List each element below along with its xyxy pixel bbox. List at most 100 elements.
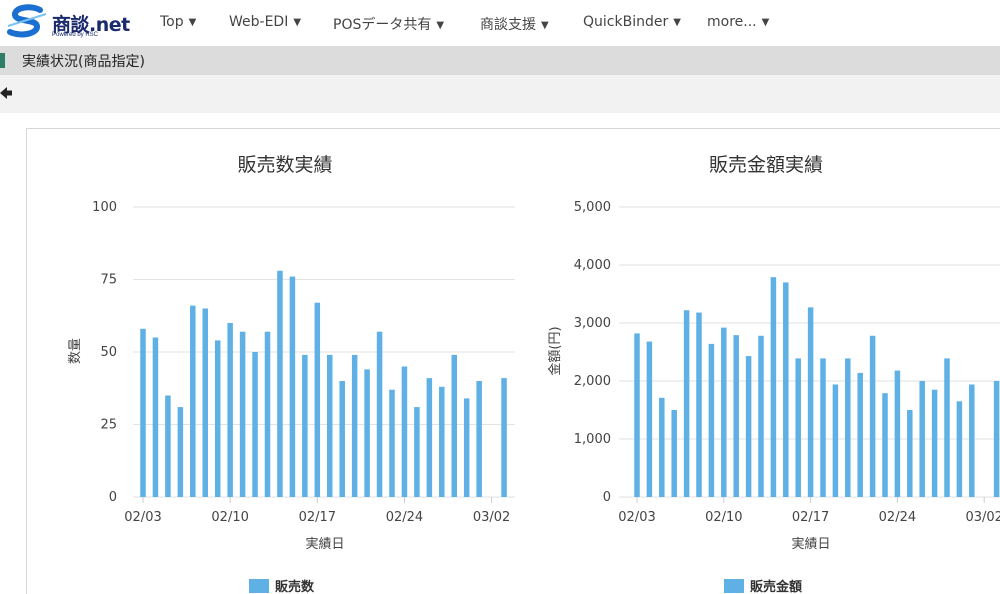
toolbar [0, 75, 1000, 113]
bar[interactable] [857, 372, 863, 497]
nav-pos-data[interactable]: POSデータ共有 ▼ [333, 14, 444, 34]
x-axis-title: 実績日 [791, 536, 830, 552]
bar[interactable] [339, 381, 345, 497]
nav-web-edi-label: Web-EDI [229, 14, 289, 30]
x-tick-label: 02/17 [792, 510, 829, 525]
bar[interactable] [993, 381, 1000, 497]
bar[interactable] [389, 389, 395, 497]
bar[interactable] [919, 381, 925, 497]
bar[interactable] [770, 277, 777, 497]
y-axis-title: 数量 [68, 338, 83, 364]
x-tick-label: 02/03 [618, 510, 655, 525]
bar[interactable] [758, 335, 764, 497]
bar[interactable] [140, 328, 146, 497]
bar[interactable] [152, 337, 159, 498]
bar[interactable] [439, 386, 445, 497]
nav-top[interactable]: Top ▼ [160, 14, 196, 30]
bar[interactable] [302, 354, 308, 497]
y-tick-label: 4,000 [574, 258, 611, 273]
top-navigation: 商談.net Powered by RSC Top ▼ Web-EDI ▼ POSデ… [0, 0, 1000, 46]
y-tick-label: 2,000 [574, 374, 611, 389]
bar[interactable] [931, 389, 938, 497]
x-tick-label: 02/24 [879, 510, 916, 525]
bar[interactable] [376, 331, 383, 497]
bar[interactable] [646, 341, 653, 497]
back-arrow-icon[interactable] [0, 86, 12, 100]
bar[interactable] [414, 407, 420, 497]
bar[interactable] [721, 327, 727, 497]
bar[interactable] [634, 333, 640, 497]
bar[interactable] [190, 305, 196, 497]
legend-label[interactable]: 販売数 [275, 579, 315, 594]
legend-label[interactable]: 販売金額 [750, 579, 802, 594]
nav-more-label: more... [707, 14, 757, 30]
bar[interactable] [401, 366, 408, 498]
nav-quickbinder[interactable]: QuickBinder ▼ [583, 14, 681, 30]
bar[interactable] [327, 354, 333, 497]
x-tick-label: 02/17 [299, 510, 336, 525]
caret-down-icon: ▼ [541, 20, 549, 31]
caret-down-icon: ▼ [673, 17, 681, 28]
bar[interactable] [289, 276, 296, 497]
bar[interactable] [708, 343, 715, 497]
y-tick-label: 3,000 [574, 316, 611, 331]
bar[interactable] [683, 310, 690, 497]
bar[interactable] [907, 410, 913, 497]
bar[interactable] [351, 354, 358, 497]
bar[interactable] [745, 356, 752, 497]
bar[interactable] [476, 381, 482, 497]
bar[interactable] [969, 384, 975, 497]
bar[interactable] [165, 395, 171, 498]
nav-more[interactable]: more... ▼ [707, 14, 769, 30]
x-tick-label: 02/10 [705, 510, 742, 525]
x-tick-label: 03/02 [965, 510, 1000, 525]
bar[interactable] [820, 358, 826, 497]
section-accent-bar [0, 53, 5, 68]
bar[interactable] [696, 312, 702, 497]
bar[interactable] [807, 307, 814, 497]
legend-swatch[interactable] [724, 579, 744, 593]
bar[interactable] [227, 323, 233, 497]
bar[interactable] [671, 410, 677, 497]
bar[interactable] [832, 384, 839, 497]
bar[interactable] [214, 340, 221, 497]
y-axis-title: 金額(円) [547, 326, 563, 375]
bar[interactable] [239, 331, 246, 497]
bar[interactable] [314, 302, 321, 497]
x-tick-label: 03/02 [473, 510, 510, 525]
legend-swatch[interactable] [249, 579, 269, 593]
charts-svg: 販売数実績 0 25 50 75 100 02/03 02/10 02/17 02/24 03/… [68, 154, 1000, 594]
caret-down-icon: ▼ [761, 17, 770, 28]
bar[interactable] [463, 398, 470, 497]
chart-title: 販売金額実績 [709, 154, 823, 176]
bar[interactable] [956, 401, 963, 497]
bar[interactable] [252, 352, 258, 497]
bar[interactable] [451, 354, 458, 497]
x-tick-label: 02/10 [211, 510, 248, 525]
bar[interactable] [364, 369, 370, 497]
bar[interactable] [264, 331, 271, 497]
bar[interactable] [882, 393, 888, 497]
nav-negotiation[interactable]: 商談支援 ▼ [480, 14, 549, 34]
site-logo[interactable]: 商談.net Powered by RSC [6, 4, 136, 40]
bar[interactable] [501, 378, 507, 497]
bar[interactable] [202, 308, 209, 498]
y-tick-label: 0 [109, 490, 117, 505]
logo-s-icon [7, 4, 47, 38]
bar[interactable] [944, 358, 950, 497]
bar[interactable] [277, 270, 283, 497]
bar[interactable] [177, 407, 184, 497]
chart-sales-quantity: 販売数実績 0 25 50 75 100 02/03 02/10 02/17 02/24 03/… [68, 154, 515, 594]
bar[interactable] [795, 358, 801, 497]
y-tick-label: 50 [100, 345, 117, 360]
y-tick-label: 1,000 [574, 432, 611, 447]
x-axis-title: 実績日 [305, 536, 344, 552]
bar[interactable] [845, 358, 851, 497]
bar[interactable] [869, 335, 876, 497]
nav-web-edi[interactable]: Web-EDI ▼ [229, 14, 301, 30]
bar[interactable] [894, 370, 901, 497]
bar[interactable] [659, 397, 665, 497]
bar[interactable] [426, 378, 433, 497]
bar[interactable] [733, 335, 739, 497]
bar[interactable] [783, 282, 789, 497]
